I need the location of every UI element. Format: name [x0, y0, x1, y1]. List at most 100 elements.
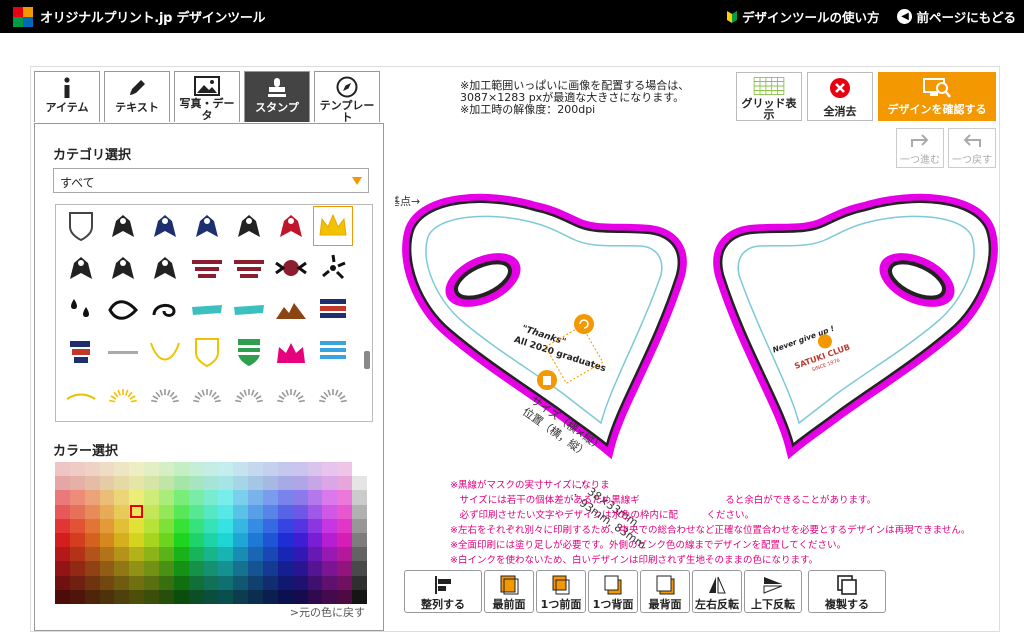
color-swatch[interactable] — [218, 476, 234, 491]
color-swatch[interactable] — [84, 462, 100, 477]
color-swatch[interactable] — [55, 490, 70, 505]
color-swatch[interactable] — [277, 490, 293, 505]
color-swatch[interactable] — [262, 561, 278, 576]
stamp-stripe-banner-red[interactable] — [60, 331, 102, 373]
color-swatch[interactable] — [84, 532, 100, 548]
color-swatch[interactable] — [292, 589, 308, 604]
color-swatch[interactable] — [292, 490, 308, 505]
color-swatch[interactable] — [203, 532, 219, 548]
color-swatch[interactable] — [218, 504, 234, 519]
stamp-arc-gold[interactable] — [144, 331, 186, 373]
color-swatch[interactable] — [203, 490, 219, 505]
color-swatch[interactable] — [188, 575, 204, 590]
color-swatch[interactable] — [114, 476, 130, 491]
color-swatch[interactable] — [55, 462, 70, 477]
stamp-lion[interactable] — [102, 205, 144, 247]
color-swatch[interactable] — [307, 575, 323, 590]
send-backward-button[interactable]: 1つ背面 — [588, 570, 638, 613]
color-swatch[interactable] — [129, 518, 145, 533]
color-swatch[interactable] — [84, 504, 100, 519]
color-swatch[interactable] — [69, 589, 85, 604]
color-swatch[interactable] — [158, 504, 174, 519]
duplicate-button[interactable]: 複製する — [808, 570, 886, 613]
color-swatch[interactable] — [262, 575, 278, 590]
color-swatch[interactable] — [248, 575, 263, 590]
color-swatch[interactable] — [158, 490, 174, 505]
color-swatch[interactable] — [248, 561, 263, 576]
color-swatch[interactable] — [84, 561, 100, 576]
color-swatch[interactable] — [55, 547, 70, 562]
color-swatch[interactable] — [55, 575, 70, 590]
color-swatch[interactable] — [322, 518, 338, 533]
color-swatch[interactable] — [337, 476, 353, 491]
rotate-handle[interactable] — [574, 314, 594, 334]
stamp-griffin-blue-2[interactable] — [186, 205, 228, 247]
color-swatch[interactable] — [352, 476, 367, 491]
color-swatch[interactable] — [129, 462, 145, 477]
stamp-crown-gold[interactable] — [312, 205, 354, 247]
color-swatch[interactable] — [218, 547, 234, 562]
color-swatch[interactable] — [277, 532, 293, 548]
color-swatch[interactable] — [352, 518, 367, 533]
color-swatch[interactable] — [114, 504, 130, 519]
color-swatch[interactable] — [55, 532, 70, 548]
color-swatch[interactable] — [277, 476, 293, 491]
color-swatch[interactable] — [188, 532, 204, 548]
color-swatch[interactable] — [69, 476, 85, 491]
stamp-badge[interactable] — [60, 415, 102, 421]
color-swatch[interactable] — [114, 518, 130, 533]
color-swatch[interactable] — [203, 462, 219, 477]
color-swatch[interactable] — [337, 504, 353, 519]
color-swatch[interactable] — [158, 476, 174, 491]
color-swatch[interactable] — [277, 462, 293, 477]
color-swatch[interactable] — [173, 490, 189, 505]
color-swatch[interactable] — [248, 462, 263, 477]
color-swatch[interactable] — [203, 518, 219, 533]
tab-item[interactable]: アイテム — [34, 71, 100, 122]
back-link[interactable]: ◀ 前ページにもどる — [897, 7, 1016, 26]
stamp-sun-rays-4[interactable] — [228, 373, 270, 415]
color-swatch[interactable] — [173, 589, 189, 604]
color-swatch[interactable] — [248, 504, 263, 519]
color-swatch[interactable] — [248, 532, 263, 548]
color-swatch[interactable] — [84, 547, 100, 562]
color-swatch[interactable] — [277, 575, 293, 590]
stamp-badge-4[interactable] — [186, 415, 228, 421]
color-swatch[interactable] — [322, 462, 338, 477]
color-swatch[interactable] — [173, 504, 189, 519]
color-swatch[interactable] — [337, 575, 353, 590]
color-swatch[interactable] — [322, 589, 338, 604]
color-swatch[interactable] — [233, 462, 249, 477]
color-swatch[interactable] — [337, 490, 353, 505]
color-swatch[interactable] — [277, 504, 293, 519]
color-swatch[interactable] — [322, 532, 338, 548]
stamp-eagle-black[interactable] — [228, 205, 270, 247]
color-swatch[interactable] — [144, 561, 159, 576]
color-swatch[interactable] — [99, 504, 115, 519]
stamp-drops[interactable] — [60, 289, 102, 331]
color-swatch[interactable] — [144, 547, 159, 562]
color-swatch[interactable] — [129, 476, 145, 491]
color-swatch[interactable] — [322, 504, 338, 519]
color-swatch[interactable] — [307, 462, 323, 477]
color-swatch[interactable] — [144, 575, 159, 590]
color-swatch[interactable] — [248, 490, 263, 505]
color-swatch[interactable] — [337, 532, 353, 548]
stamp-scrollbar[interactable] — [364, 351, 370, 369]
color-swatch[interactable] — [262, 589, 278, 604]
color-swatch[interactable] — [144, 490, 159, 505]
color-swatch[interactable] — [277, 547, 293, 562]
color-swatch[interactable] — [322, 575, 338, 590]
color-swatch[interactable] — [144, 476, 159, 491]
reset-color-link[interactable]: >元の色に戻す — [290, 604, 365, 620]
color-swatch[interactable] — [158, 575, 174, 590]
color-swatch[interactable] — [114, 589, 130, 604]
color-swatch[interactable] — [99, 532, 115, 548]
confirm-design-button[interactable]: デザインを確認する — [878, 72, 996, 121]
color-swatch[interactable] — [337, 561, 353, 576]
color-swatch[interactable] — [99, 575, 115, 590]
color-swatch[interactable] — [99, 476, 115, 491]
color-swatch[interactable] — [203, 476, 219, 491]
color-swatch[interactable] — [114, 532, 130, 548]
color-swatch[interactable] — [188, 476, 204, 491]
